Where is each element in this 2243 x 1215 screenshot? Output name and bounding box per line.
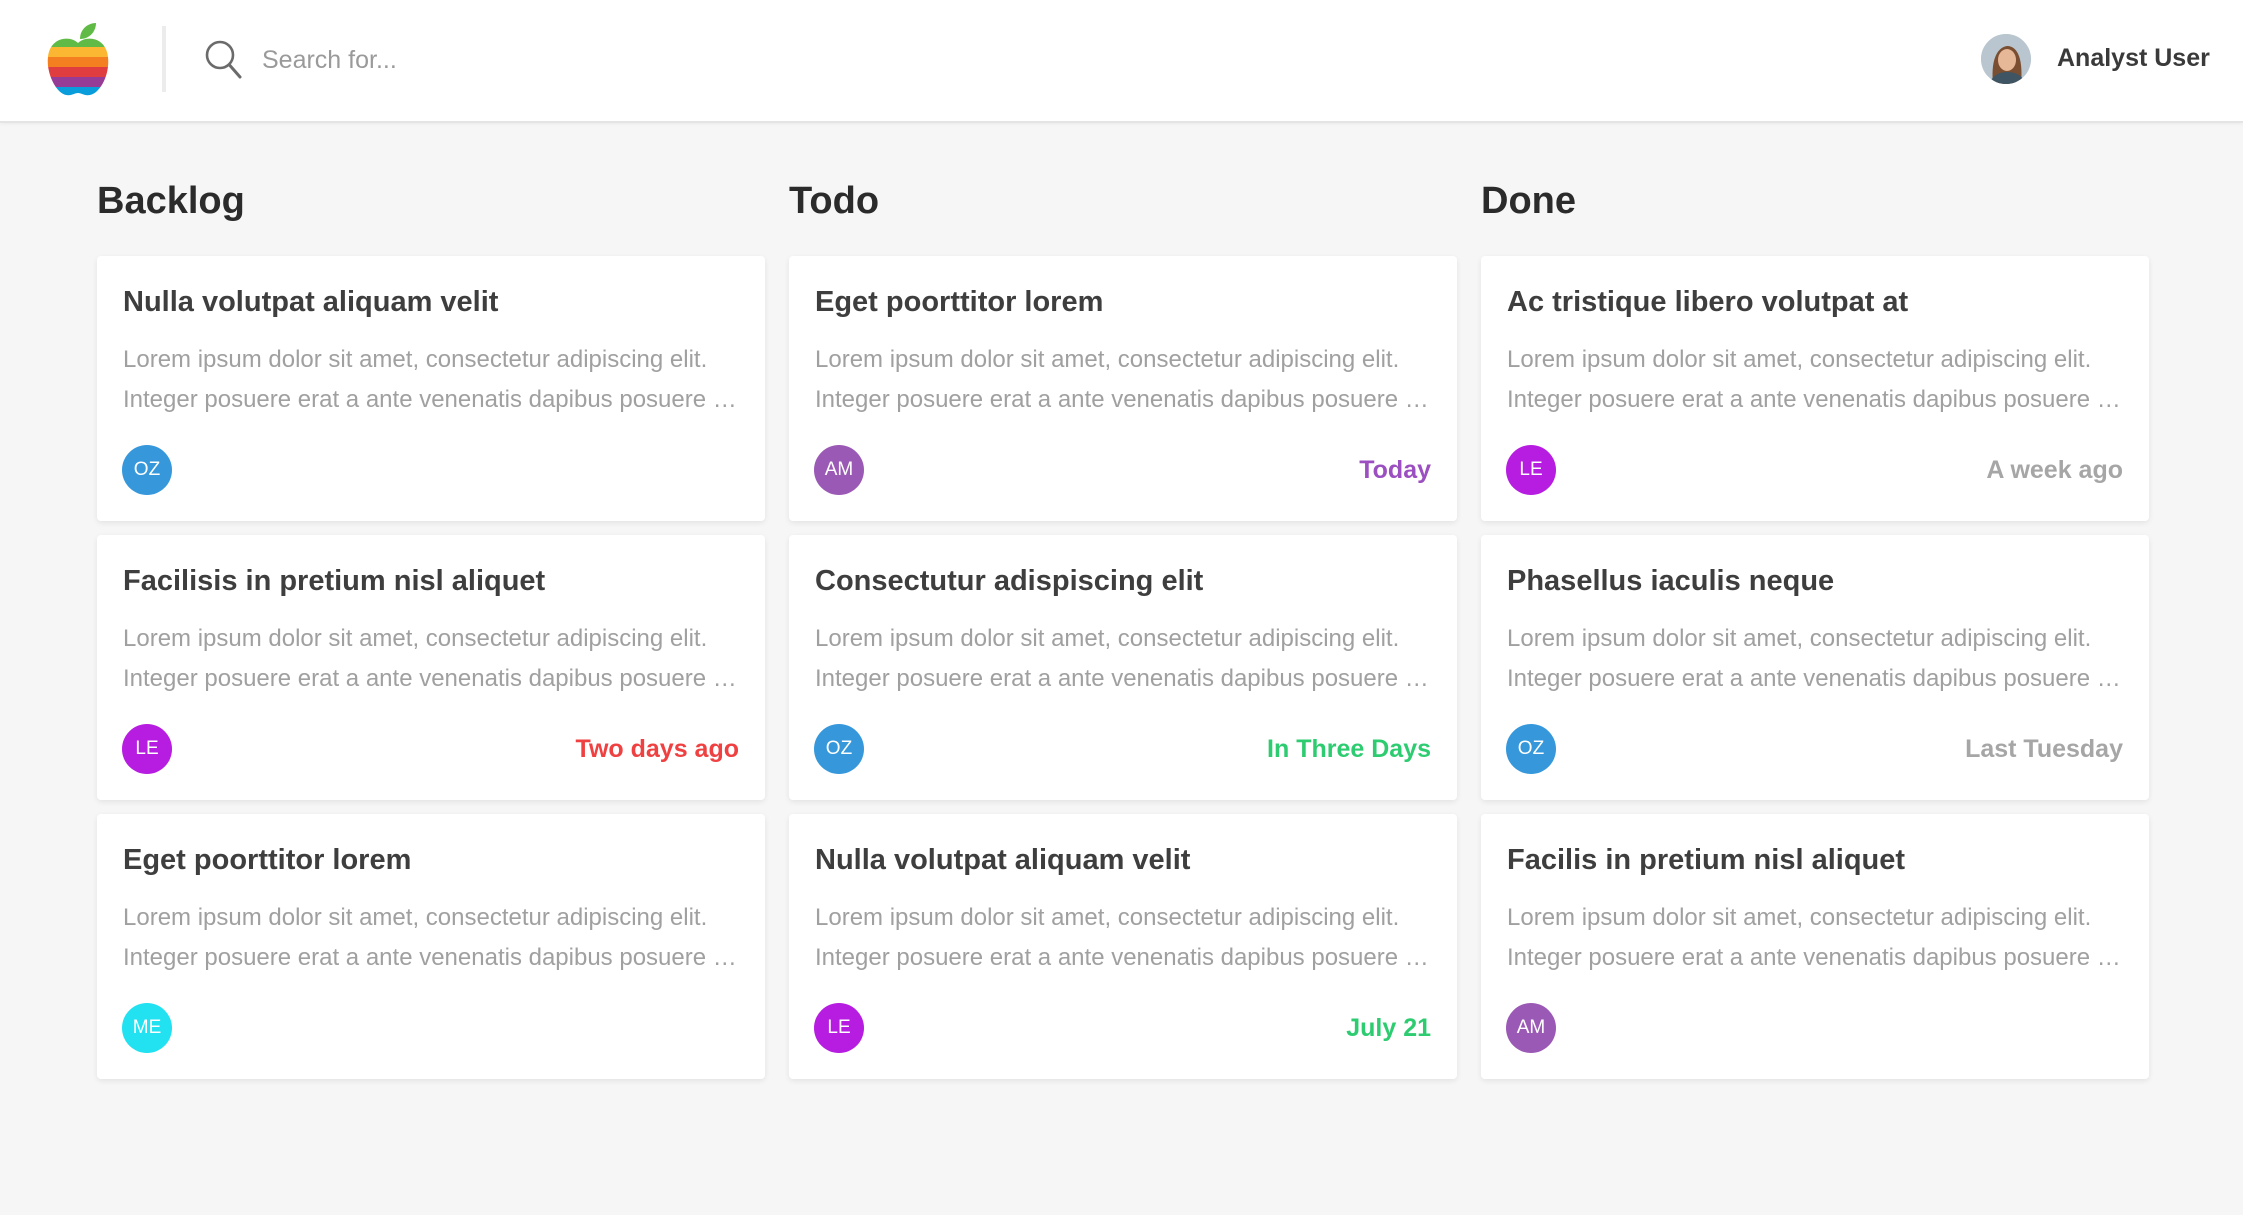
card-description-line: Integer posuere erat a ante venenatis da… <box>1507 665 2127 692</box>
due-date: A week ago <box>1986 456 2123 484</box>
card-description-line: Integer posuere erat a ante venenatis da… <box>123 386 743 413</box>
column-title: Done <box>1481 180 1576 222</box>
user-name[interactable]: Analyst User <box>2057 44 2210 73</box>
card-description-line: Lorem ipsum dolor sit amet, consectetur … <box>123 625 708 652</box>
card-description: Lorem ipsum dolor sit amet, consectetur … <box>123 619 743 699</box>
column-title: Todo <box>789 180 880 222</box>
card-description: Lorem ipsum dolor sit amet, consectetur … <box>123 898 743 978</box>
card-title: Eget poorttitor lorem <box>123 844 412 876</box>
assignee-avatar[interactable]: LE <box>122 724 172 774</box>
card-description-line: Integer posuere erat a ante venenatis da… <box>815 944 1435 971</box>
due-date: July 21 <box>1346 1014 1431 1042</box>
user-photo-icon <box>1981 34 2031 84</box>
task-card[interactable]: Nulla volutpat aliquam velit Lorem ipsum… <box>97 256 765 521</box>
card-description: Lorem ipsum dolor sit amet, consectetur … <box>815 898 1435 978</box>
search-icon[interactable] <box>204 38 244 82</box>
card-description-line: Lorem ipsum dolor sit amet, consectetur … <box>815 346 1400 373</box>
column-backlog: Backlog Nulla volutpat aliquam velit Lor… <box>97 160 765 1079</box>
card-description-line: Integer posuere erat a ante venenatis da… <box>123 944 743 971</box>
card-title: Consectutur adispiscing elit <box>815 565 1204 597</box>
assignee-avatar[interactable]: LE <box>1506 445 1556 495</box>
card-description-line: Integer posuere erat a ante venenatis da… <box>815 665 1435 692</box>
top-bar: Analyst User <box>0 0 2243 123</box>
assignee-avatar[interactable]: ME <box>122 1003 172 1053</box>
card-description-line: Lorem ipsum dolor sit amet, consectetur … <box>123 346 708 373</box>
card-description: Lorem ipsum dolor sit amet, consectetur … <box>1507 619 2127 699</box>
due-date: Two days ago <box>575 735 739 763</box>
card-description-line: Lorem ipsum dolor sit amet, consectetur … <box>1507 346 2092 373</box>
column-title: Backlog <box>97 180 245 222</box>
card-description: Lorem ipsum dolor sit amet, consectetur … <box>1507 340 2127 420</box>
task-card[interactable]: Eget poorttitor lorem Lorem ipsum dolor … <box>789 256 1457 521</box>
assignee-avatar[interactable]: AM <box>814 445 864 495</box>
card-description-line: Integer posuere erat a ante venenatis da… <box>815 386 1435 413</box>
task-card[interactable]: Eget poorttitor lorem Lorem ipsum dolor … <box>97 814 765 1079</box>
task-card[interactable]: Phasellus iaculis neque Lorem ipsum dolo… <box>1481 535 2149 800</box>
card-description-line: Integer posuere erat a ante venenatis da… <box>1507 386 2127 413</box>
card-title: Facilis in pretium nisl aliquet <box>1507 844 1906 876</box>
column-done: Done Ac tristique libero volutpat at Lor… <box>1481 160 2149 1079</box>
card-description: Lorem ipsum dolor sit amet, consectetur … <box>123 340 743 420</box>
task-card[interactable]: Facilis in pretium nisl aliquet Lorem ip… <box>1481 814 2149 1079</box>
assignee-avatar[interactable]: LE <box>814 1003 864 1053</box>
assignee-avatar[interactable]: OZ <box>1506 724 1556 774</box>
card-title: Nulla volutpat aliquam velit <box>815 844 1191 876</box>
assignee-avatar[interactable]: OZ <box>122 445 172 495</box>
header-divider <box>162 26 166 92</box>
task-card[interactable]: Consectutur adispiscing elit Lorem ipsum… <box>789 535 1457 800</box>
card-description-line: Lorem ipsum dolor sit amet, consectetur … <box>815 904 1400 931</box>
task-card[interactable]: Facilisis in pretium nisl aliquet Lorem … <box>97 535 765 800</box>
apple-logo-icon[interactable] <box>44 21 112 97</box>
due-date: Today <box>1359 456 1431 484</box>
card-description: Lorem ipsum dolor sit amet, consectetur … <box>1507 898 2127 978</box>
card-title: Nulla volutpat aliquam velit <box>123 286 499 318</box>
assignee-avatar[interactable]: AM <box>1506 1003 1556 1053</box>
card-title: Ac tristique libero volutpat at <box>1507 286 1909 318</box>
card-description: Lorem ipsum dolor sit amet, consectetur … <box>815 340 1435 420</box>
card-description-line: Lorem ipsum dolor sit amet, consectetur … <box>123 904 708 931</box>
task-card[interactable]: Nulla volutpat aliquam velit Lorem ipsum… <box>789 814 1457 1079</box>
card-description-line: Lorem ipsum dolor sit amet, consectetur … <box>815 625 1400 652</box>
user-avatar[interactable] <box>1981 34 2031 84</box>
card-description-line: Lorem ipsum dolor sit amet, consectetur … <box>1507 625 2092 652</box>
card-description-line: Integer posuere erat a ante venenatis da… <box>123 665 743 692</box>
card-title: Facilisis in pretium nisl aliquet <box>123 565 546 597</box>
due-date: In Three Days <box>1267 735 1431 763</box>
card-title: Eget poorttitor lorem <box>815 286 1104 318</box>
card-description-line: Lorem ipsum dolor sit amet, consectetur … <box>1507 904 2092 931</box>
card-title: Phasellus iaculis neque <box>1507 565 1835 597</box>
due-date: Last Tuesday <box>1965 735 2123 763</box>
task-card[interactable]: Ac tristique libero volutpat at Lorem ip… <box>1481 256 2149 521</box>
card-description-line: Integer posuere erat a ante venenatis da… <box>1507 944 2127 971</box>
assignee-avatar[interactable]: OZ <box>814 724 864 774</box>
search-input[interactable] <box>262 38 862 82</box>
card-description: Lorem ipsum dolor sit amet, consectetur … <box>815 619 1435 699</box>
column-todo: Todo Eget poorttitor lorem Lorem ipsum d… <box>789 160 1457 1079</box>
